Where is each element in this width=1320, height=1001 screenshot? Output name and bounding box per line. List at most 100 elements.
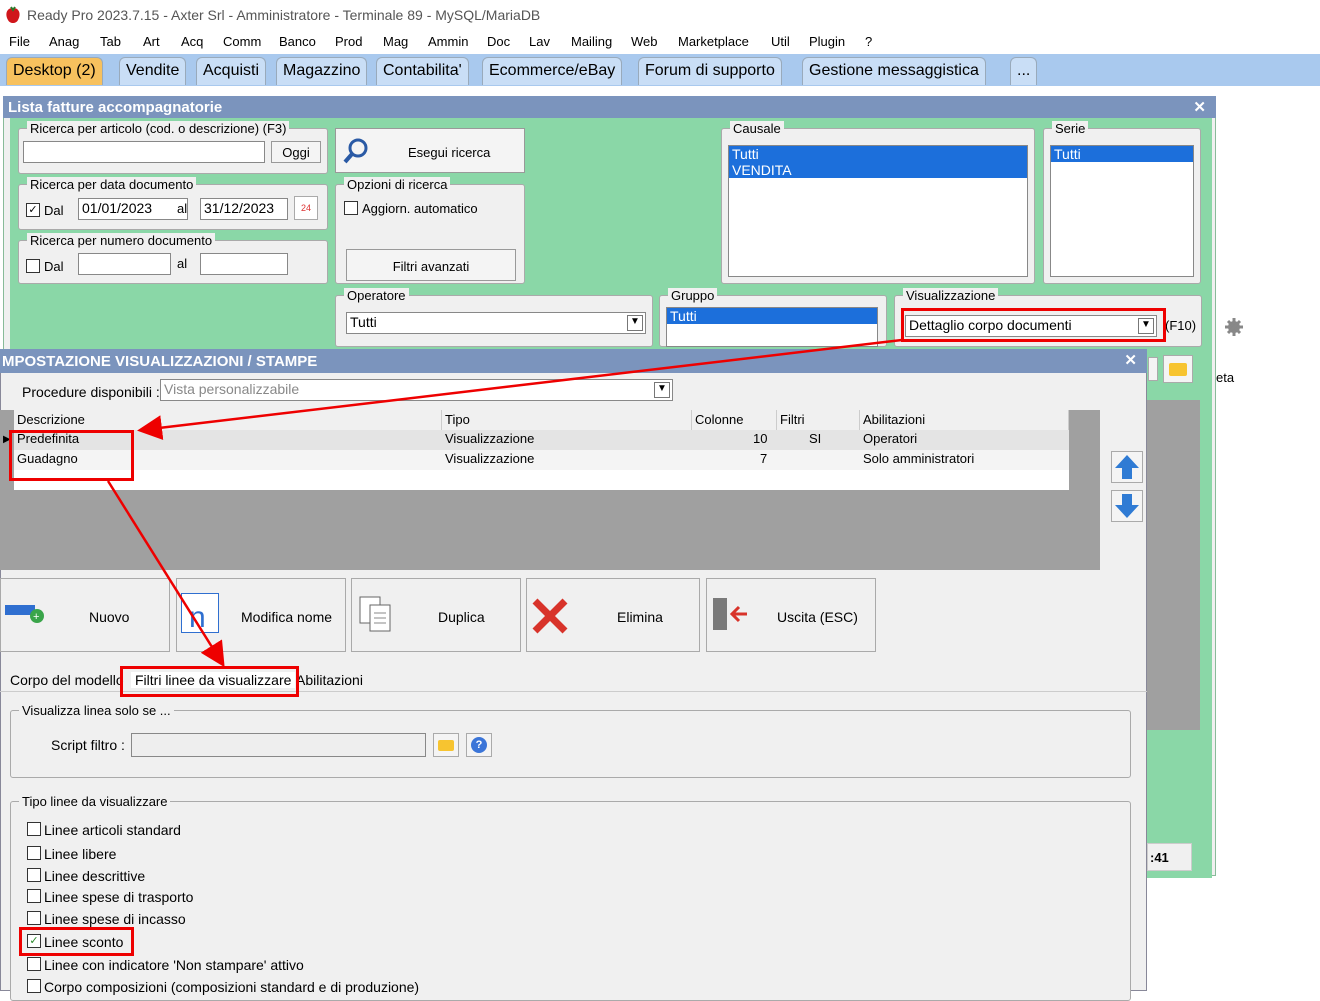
menu-help[interactable]: ? <box>865 34 872 49</box>
oggi-button[interactable]: Oggi <box>271 141 321 163</box>
menu-mailing[interactable]: Mailing <box>571 34 612 49</box>
menu-mag[interactable]: Mag <box>383 34 408 49</box>
gear-icon[interactable] <box>1224 317 1244 337</box>
menu-acq[interactable]: Acq <box>181 34 203 49</box>
operatore-legend: Operatore <box>344 288 409 303</box>
numero-dal-checkbox[interactable] <box>26 259 40 273</box>
folder-button[interactable] <box>1163 355 1193 383</box>
checkbox-linee-descrittive[interactable] <box>27 868 41 882</box>
articolo-input[interactable] <box>23 141 265 163</box>
numero-from-input[interactable] <box>78 253 171 275</box>
label-linee-descrittive: Linee descrittive <box>44 868 146 884</box>
aggiorn-label: Aggiorn. automatico <box>362 201 478 216</box>
causale-list[interactable]: Tutti VENDITA <box>728 145 1028 277</box>
menu-banco[interactable]: Banco <box>279 34 316 49</box>
tab-desktop[interactable]: Desktop (2) <box>6 57 103 85</box>
menu-web[interactable]: Web <box>631 34 658 49</box>
table-row[interactable] <box>14 470 1069 490</box>
svg-text:n: n <box>189 601 206 633</box>
menu-tab[interactable]: Tab <box>100 34 121 49</box>
modifica-nome-button[interactable]: n Modifica nome <box>176 578 346 652</box>
nuovo-button[interactable]: + Nuovo <box>0 578 170 652</box>
move-down-button[interactable] <box>1111 490 1143 522</box>
col-descrizione[interactable]: Descrizione <box>14 410 442 430</box>
gruppo-item[interactable]: Tutti <box>667 308 877 324</box>
menu-art[interactable]: Art <box>143 34 160 49</box>
help-icon: ? <box>471 737 487 753</box>
duplica-button[interactable]: Duplica <box>351 578 521 652</box>
gruppo-list[interactable]: Tutti <box>666 307 878 347</box>
checkbox-non-stampare[interactable] <box>27 957 41 971</box>
tipo-linee-group: Tipo linee da visualizzare Linee articol… <box>10 794 1131 1001</box>
checkbox-linee-libere[interactable] <box>27 846 41 860</box>
serie-list[interactable]: Tutti <box>1050 145 1194 277</box>
menu-bar: File Anag Tab Art Acq Comm Banco Prod Ma… <box>0 30 1320 52</box>
tab-ecommerce[interactable]: Ecommerce/eBay <box>482 57 623 85</box>
menu-marketplace[interactable]: Marketplace <box>678 34 749 49</box>
menu-file[interactable]: File <box>9 34 30 49</box>
table-row[interactable]: Predefinita Visualizzazione 10 SI Operat… <box>14 430 1069 450</box>
esegui-ricerca-button[interactable]: Esegui ricerca <box>335 128 525 173</box>
col-tipo[interactable]: Tipo <box>442 410 692 430</box>
dal-checkbox[interactable]: ✓ <box>26 203 40 217</box>
numero-dal-label: Dal <box>44 259 64 274</box>
filtri-avanzati-button[interactable]: Filtri avanzati <box>346 249 516 281</box>
menu-doc[interactable]: Doc <box>487 34 510 49</box>
cell-tipo: Visualizzazione <box>445 451 535 466</box>
nuovo-label: Nuovo <box>89 609 130 625</box>
move-up-button[interactable] <box>1111 451 1143 483</box>
menu-lav[interactable]: Lav <box>529 34 550 49</box>
tab-acquisti[interactable]: Acquisti <box>196 57 267 85</box>
tab-contabilita[interactable]: Contabilita' <box>376 57 469 85</box>
checkbox-articoli-standard[interactable] <box>27 822 41 836</box>
col-abilitazioni[interactable]: Abilitazioni <box>860 410 1069 430</box>
table-row[interactable]: Guadagno Visualizzazione 7 Solo amminist… <box>14 450 1069 470</box>
script-filtro-input[interactable] <box>131 733 426 757</box>
tab-more[interactable]: ... <box>1010 57 1038 85</box>
tab-magazzino[interactable]: Magazzino <box>276 57 368 85</box>
menu-ammin[interactable]: Ammin <box>428 34 468 49</box>
causale-item[interactable]: Tutti <box>729 146 1027 162</box>
close-icon[interactable]: ✕ <box>1193 98 1206 116</box>
serie-item[interactable]: Tutti <box>1051 146 1193 162</box>
checkbox-spese-trasporto[interactable] <box>27 889 41 903</box>
tab-forum[interactable]: Forum di supporto <box>638 57 782 85</box>
serie-group: Serie Tutti <box>1043 121 1201 284</box>
operatore-select[interactable]: Tutti ▼ <box>346 312 646 334</box>
col-filtri[interactable]: Filtri <box>777 410 860 430</box>
checkbox-spese-incasso[interactable] <box>27 911 41 925</box>
chevron-down-icon[interactable]: ▼ <box>627 315 643 331</box>
menu-anag[interactable]: Anag <box>49 34 79 49</box>
menu-comm[interactable]: Comm <box>223 34 261 49</box>
procedure-select[interactable]: Vista personalizzabile ▼ <box>160 379 673 401</box>
tab-abilitazioni[interactable]: Abilitazioni <box>296 672 363 688</box>
ricerca-numero-legend: Ricerca per numero documento <box>27 233 216 248</box>
elimina-button[interactable]: Elimina <box>526 578 700 652</box>
help-button[interactable]: ? <box>466 733 492 757</box>
chevron-down-icon[interactable]: ▼ <box>654 382 670 398</box>
menu-util[interactable]: Util <box>771 34 790 49</box>
uscita-button[interactable]: Uscita (ESC) <box>706 578 876 652</box>
close-icon[interactable]: ✕ <box>1124 351 1137 369</box>
window-titlebar: Ready Pro 2023.7.15 - Axter Srl - Ammini… <box>0 0 1320 30</box>
menu-prod[interactable]: Prod <box>335 34 362 49</box>
gruppo-legend: Gruppo <box>668 288 718 303</box>
numero-to-input[interactable] <box>200 253 288 275</box>
date-to-input[interactable]: 31/12/2023 <box>200 198 288 220</box>
tab-vendite[interactable]: Vendite <box>119 57 187 85</box>
folder-button[interactable] <box>433 733 459 757</box>
aggiorn-checkbox[interactable] <box>344 201 358 215</box>
causale-item[interactable]: VENDITA <box>729 162 1027 178</box>
menu-plugin[interactable]: Plugin <box>809 34 845 49</box>
cell-colonne: 10 <box>753 431 768 446</box>
tab-corpo-modello[interactable]: Corpo del modello <box>10 672 124 688</box>
calendar-icon[interactable]: 24 <box>294 196 318 220</box>
col-colonne[interactable]: Colonne <box>692 410 777 430</box>
svg-text:+: + <box>33 611 39 623</box>
date-from-input[interactable]: 01/01/2023 <box>78 198 188 220</box>
partial-button[interactable] <box>1148 357 1158 381</box>
tab-messaggistica[interactable]: Gestione messaggistica <box>802 57 986 85</box>
highlight-visualizzazione <box>901 308 1166 342</box>
lista-grid-area <box>1147 400 1200 730</box>
dal-label: Dal <box>44 203 64 218</box>
